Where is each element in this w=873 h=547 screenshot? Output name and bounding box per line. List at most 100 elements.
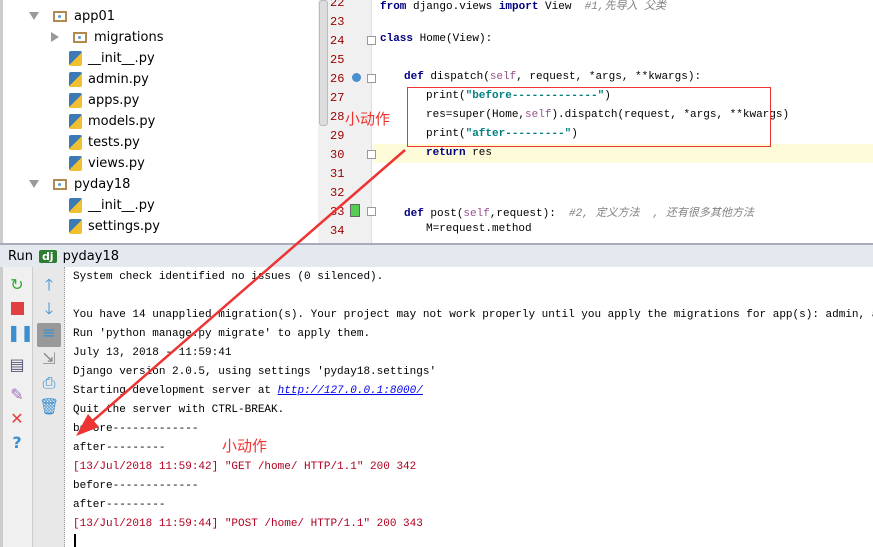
comment: #1,先导入 父类 xyxy=(584,1,667,13)
tree-item[interactable]: views.py xyxy=(69,153,145,173)
kw: def xyxy=(404,208,424,220)
console-line: Django version 2.0.5, using settings 'py… xyxy=(73,366,436,378)
t: M=request.method xyxy=(426,223,532,235)
annotation-note: 小动作 xyxy=(345,110,391,128)
console-text: You have 14 unapplied migration(s). Your… xyxy=(73,309,873,321)
console-text: after--------- xyxy=(73,442,166,454)
soft-wrap-icon[interactable]: ≡ xyxy=(37,323,61,347)
line-number: 24 xyxy=(330,34,345,48)
t: dispatch( xyxy=(423,71,490,83)
console-line: System check identified no issues (0 sil… xyxy=(73,271,383,283)
t: , request, *args, **kwargs): xyxy=(516,71,702,83)
tree-item-label: __init__.py xyxy=(88,197,155,213)
console-text: Django version 2.0.5, using settings 'py… xyxy=(73,366,437,378)
line-number: 26 xyxy=(330,72,345,86)
pin-icon[interactable]: ✎ xyxy=(7,385,27,405)
tree-scrollbar[interactable] xyxy=(318,0,330,243)
console-text: July 13, 2018 - 11:59:41 xyxy=(73,347,232,359)
close-icon[interactable]: ✕ xyxy=(7,409,27,429)
print-icon[interactable]: ⎙ xyxy=(39,373,59,393)
tree-item[interactable]: models.py xyxy=(69,111,155,131)
t: res xyxy=(465,147,493,159)
t: ,request): xyxy=(489,208,570,220)
bookmark-icon[interactable] xyxy=(350,204,360,217)
up-arrow-icon[interactable]: 🡑 xyxy=(39,275,59,295)
python-file-icon xyxy=(69,134,82,150)
tree-item[interactable]: app01 xyxy=(29,6,115,26)
chevron-down-icon[interactable] xyxy=(29,12,39,20)
tree-item[interactable]: settings.py xyxy=(69,216,160,236)
fold-icon[interactable] xyxy=(367,36,376,45)
tree-item[interactable]: __init__.py xyxy=(69,195,155,215)
project-tree: app01 migrations __init__.py admin.py apps.p… xyxy=(0,0,318,243)
tree-item-label: tests.py xyxy=(88,134,140,150)
console-line: Run 'python manage.py migrate' to apply … xyxy=(73,328,370,340)
line-number: 29 xyxy=(330,129,345,143)
line-number: 28 xyxy=(330,110,345,124)
python-file-icon xyxy=(69,92,82,108)
python-file-icon xyxy=(69,155,82,171)
console-output[interactable]: System check identified no issues (0 sil… xyxy=(66,267,873,547)
fold-icon[interactable] xyxy=(367,207,376,216)
kw: import xyxy=(498,1,539,13)
tree-item-label: migrations xyxy=(94,29,164,45)
tree-item[interactable]: admin.py xyxy=(69,69,149,89)
line-number: 32 xyxy=(330,186,345,200)
run-toolbar: Run dj pyday18 xyxy=(0,243,873,267)
django-icon: dj xyxy=(38,249,57,263)
line-number: 34 xyxy=(330,224,345,238)
tree-item[interactable]: apps.py xyxy=(69,90,139,110)
tree-item[interactable]: pyday18 xyxy=(29,174,130,194)
code-line-33: def post(self,request): #2, 定义方法 , 还有很多其… xyxy=(404,204,754,220)
tree-item-label: apps.py xyxy=(88,92,140,108)
override-icon[interactable] xyxy=(352,73,361,82)
console-line: before------------- xyxy=(73,423,198,435)
t: Home(View): xyxy=(413,33,493,45)
line-number: 31 xyxy=(330,167,345,181)
console-line: after--------- xyxy=(73,499,165,511)
tree-item[interactable]: __init__.py xyxy=(69,48,155,68)
scroll-to-end-icon[interactable]: ⇲ xyxy=(39,349,59,369)
chevron-down-icon[interactable] xyxy=(29,180,39,188)
chevron-right-icon[interactable] xyxy=(51,32,59,42)
pause-icon[interactable]: ❚❚ xyxy=(7,323,34,343)
code-line-22: from django.views import View #1,先导入 父类 xyxy=(380,0,666,13)
line-number: 22 xyxy=(330,0,345,10)
scroll-thumb[interactable] xyxy=(319,0,328,126)
python-file-icon xyxy=(69,218,82,234)
layout-icon[interactable]: ▤ xyxy=(7,355,27,375)
python-file-icon xyxy=(69,113,82,129)
tree-item[interactable]: migrations xyxy=(51,27,164,47)
python-file-icon xyxy=(69,50,82,66)
tree-item-label: settings.py xyxy=(88,218,160,234)
folder-icon xyxy=(73,31,87,43)
stop-icon[interactable] xyxy=(7,299,27,319)
fold-icon[interactable] xyxy=(367,150,376,159)
console-text: before------------- xyxy=(73,480,199,492)
console-text: [13/Jul/2018 11:59:42] "GET /home/ HTTP/… xyxy=(73,461,417,473)
code-line-34: M=request.method xyxy=(426,223,532,235)
rerun-icon[interactable]: ↻ xyxy=(7,275,27,295)
console-text: after--------- xyxy=(73,499,166,511)
tree-item-label: admin.py xyxy=(88,71,149,87)
self: self xyxy=(463,208,490,220)
folder-icon xyxy=(53,178,67,190)
trash-icon[interactable]: 🗑 xyxy=(39,397,59,417)
code-line-26: def dispatch(self, request, *args, **kwa… xyxy=(404,71,701,83)
tree-item-label: __init__.py xyxy=(88,50,155,66)
run-config-name[interactable]: pyday18 xyxy=(63,249,119,264)
tree-item-label: app01 xyxy=(74,8,116,24)
tree-item-label: pyday18 xyxy=(74,176,131,192)
console-line: Quit the server with CTRL-BREAK. xyxy=(73,404,284,416)
fold-icon[interactable] xyxy=(367,74,376,83)
down-arrow-icon[interactable]: 🡓 xyxy=(39,299,59,319)
self: self xyxy=(489,71,517,83)
help-icon[interactable]: ? xyxy=(7,433,27,453)
code-line-30: return res xyxy=(426,147,492,159)
tree-item[interactable]: tests.py xyxy=(69,132,140,152)
t: django.views xyxy=(406,1,499,13)
tree-item-label: models.py xyxy=(88,113,156,129)
line-number: 33 xyxy=(330,205,345,219)
console-line: Starting development server at http://12… xyxy=(73,385,423,397)
server-link[interactable]: http://127.0.0.1:8000/ xyxy=(278,385,423,397)
